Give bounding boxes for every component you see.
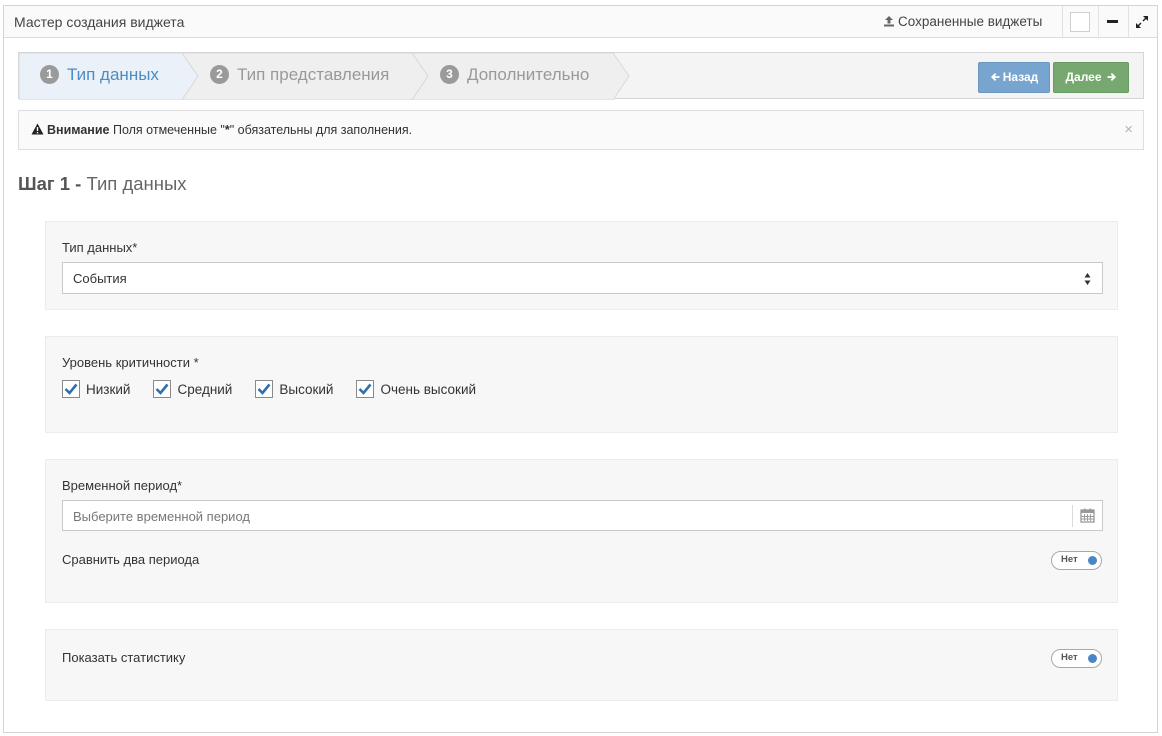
minus-icon[interactable] bbox=[1107, 20, 1118, 23]
checkbox-label: Очень высокий bbox=[380, 382, 477, 397]
toggle-label: Нет bbox=[1061, 652, 1078, 663]
alert-message-end: " обязательны для заполнения. bbox=[229, 123, 413, 137]
period-placeholder: Выберите временной период bbox=[73, 509, 250, 524]
severity-high-checkbox[interactable]: Высокий bbox=[255, 380, 333, 398]
expand-icon[interactable] bbox=[1134, 14, 1150, 30]
severity-very-high-checkbox[interactable]: Очень высокий bbox=[356, 380, 476, 398]
step-number-heading: Шаг 1 - bbox=[18, 173, 82, 194]
toggle-knob bbox=[1088, 556, 1097, 565]
period-input[interactable]: Выберите временной период bbox=[62, 500, 1103, 531]
widget-wizard-window: Мастер создания виджета Сохраненные видж… bbox=[3, 5, 1158, 733]
wizard-step-2[interactable]: 2 Тип представления bbox=[210, 65, 389, 85]
severity-low-checkbox[interactable]: Низкий bbox=[62, 380, 130, 398]
next-button[interactable]: Далее bbox=[1053, 62, 1129, 93]
back-button[interactable]: Назад bbox=[978, 62, 1050, 93]
checkbox-label: Низкий bbox=[86, 382, 131, 397]
show-statistics-toggle[interactable]: Нет bbox=[1051, 649, 1102, 668]
period-label: Временной период* bbox=[62, 478, 183, 493]
titlebar-divider bbox=[1062, 6, 1063, 38]
window-color-box[interactable] bbox=[1070, 12, 1090, 32]
toggle-label: Нет bbox=[1061, 554, 1078, 565]
compare-periods-toggle[interactable]: Нет bbox=[1051, 551, 1102, 570]
data-type-label: Тип данных* bbox=[62, 240, 138, 255]
step-label: Дополнительно bbox=[467, 65, 590, 84]
step-label: Тип представления bbox=[237, 65, 390, 84]
severity-label: Уровень критичности * bbox=[62, 355, 199, 370]
input-divider bbox=[1072, 505, 1073, 527]
checkbox-box[interactable] bbox=[153, 380, 172, 398]
checkmark-icon bbox=[359, 383, 372, 395]
checkbox-label: Средний bbox=[177, 382, 233, 397]
back-label: Назад bbox=[1002, 70, 1039, 84]
wizard-steps-bar: 1 Тип данных 2 Тип представления 3 Дополнит… bbox=[18, 52, 1144, 100]
step-number: 2 bbox=[210, 65, 229, 84]
titlebar-divider bbox=[1098, 6, 1099, 38]
window-title: Мастер создания виджета bbox=[14, 14, 185, 30]
data-type-panel: Тип данных* События bbox=[45, 221, 1118, 310]
severity-panel: Уровень критичности * Низкий Средний Выс… bbox=[45, 336, 1118, 433]
warning-icon bbox=[31, 123, 44, 135]
step-number: 3 bbox=[440, 65, 459, 84]
wizard-step-3[interactable]: 3 Дополнительно bbox=[440, 65, 589, 85]
wizard-step-1[interactable]: 1 Тип данных bbox=[40, 65, 159, 85]
arrow-right-icon bbox=[1107, 73, 1116, 81]
sort-caret-icon bbox=[1084, 273, 1091, 285]
arrow-left-icon bbox=[990, 73, 1000, 81]
checkbox-box[interactable] bbox=[356, 380, 375, 398]
checkbox-box[interactable] bbox=[255, 380, 274, 398]
next-label: Далее bbox=[1065, 70, 1102, 84]
alert-text: Внимание Поля отмеченные "*" обязательны… bbox=[31, 123, 412, 137]
toggle-knob bbox=[1088, 654, 1097, 663]
severity-checkbox-group: Низкий Средний Высокий Очень высокий bbox=[62, 380, 499, 398]
data-type-select[interactable]: События bbox=[62, 262, 1103, 294]
show-statistics-label: Показать статистику bbox=[62, 650, 186, 665]
checkbox-box[interactable] bbox=[62, 380, 80, 398]
calendar-icon[interactable] bbox=[1080, 508, 1095, 523]
checkmark-icon bbox=[156, 383, 169, 395]
alert-close-button[interactable]: × bbox=[1124, 121, 1133, 138]
alert-message-start: Поля отмеченные " bbox=[112, 123, 225, 137]
saved-widgets-link[interactable]: Сохраненные виджеты bbox=[883, 14, 1042, 29]
required-fields-alert: Внимание Поля отмеченные "*" обязательны… bbox=[18, 110, 1144, 150]
checkmark-icon bbox=[257, 383, 271, 395]
step-number: 1 bbox=[40, 65, 59, 84]
compare-periods-label: Сравнить два периода bbox=[62, 552, 200, 567]
titlebar-divider bbox=[1128, 6, 1129, 38]
step-title-heading: Тип данных bbox=[86, 173, 187, 194]
statistics-panel: Показать статистику Нет bbox=[45, 629, 1118, 701]
step-label: Тип данных bbox=[67, 65, 159, 84]
page-title: Шаг 1 - Тип данных bbox=[18, 173, 187, 195]
window-titlebar: Мастер создания виджета Сохраненные видж… bbox=[4, 6, 1157, 38]
severity-medium-checkbox[interactable]: Средний bbox=[153, 380, 232, 398]
checkmark-icon bbox=[64, 383, 78, 395]
period-panel: Временной период* Выберите временной пер… bbox=[45, 459, 1118, 603]
saved-widgets-label: Сохраненные виджеты bbox=[898, 14, 1043, 29]
alert-title: Внимание bbox=[47, 123, 110, 137]
data-type-value: События bbox=[73, 271, 127, 286]
upload-icon bbox=[884, 16, 894, 27]
checkbox-label: Высокий bbox=[279, 382, 334, 397]
